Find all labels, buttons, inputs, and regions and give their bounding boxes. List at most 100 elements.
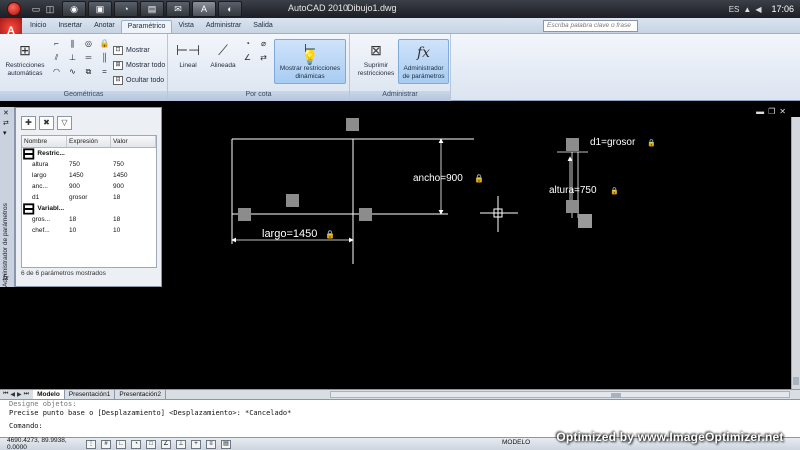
parameter-value-cell[interactable]: 900 (111, 183, 156, 190)
grip-handle[interactable] (286, 194, 299, 207)
radius-icon[interactable]: ◔ (241, 38, 254, 50)
coordinate-readout[interactable]: 4690.4273, 89.9938, 0.0000 (0, 437, 80, 450)
convert-icon[interactable]: ⇄ (257, 52, 270, 64)
show-button[interactable]: ⊡ Mostrar (113, 46, 150, 55)
grid-icon[interactable]: # (101, 439, 111, 449)
grip-handle[interactable] (238, 208, 251, 221)
parameter-value-cell[interactable]: 750 (111, 161, 156, 168)
close-icon[interactable]: ✕ (779, 107, 786, 116)
parameter-row[interactable]: gros... 18 18 (22, 214, 156, 225)
equal-icon[interactable]: = (98, 66, 111, 78)
taskbar-app-button[interactable]: ▤ (140, 1, 164, 17)
help-search-input[interactable]: Escriba palabra clave o frase (543, 20, 638, 32)
grip-handle[interactable] (346, 118, 359, 131)
grip-handle[interactable] (566, 200, 579, 213)
new-parameter-icon[interactable]: ✚ (21, 116, 36, 130)
polar-icon[interactable]: ◔ (131, 439, 141, 449)
prev-tab-icon[interactable]: ◀ (10, 391, 15, 398)
grip-handle[interactable] (578, 214, 592, 228)
layout-tab[interactable]: Modelo (33, 389, 65, 400)
linear-dim-button[interactable]: ⊢⊣ Lineal (174, 39, 202, 70)
concentric-icon[interactable]: ◎ (82, 38, 95, 50)
restore-icon[interactable]: ❐ (768, 107, 775, 116)
ducs-icon[interactable]: ⊥ (176, 439, 186, 449)
parameter-value-cell[interactable]: 18 (111, 194, 156, 201)
ribbon-tab-administrar[interactable]: Administrar (200, 20, 247, 33)
autohide-icon[interactable]: ⇄ (3, 119, 9, 127)
collinear-icon[interactable]: ∥ (66, 38, 79, 50)
volume-icon[interactable]: ◀ (755, 5, 761, 14)
ortho-icon[interactable]: ∟ (116, 439, 126, 449)
layout-tab[interactable]: Presentación1 (65, 389, 116, 400)
delete-parameter-icon[interactable]: ✖ (39, 116, 54, 130)
parameter-group-row[interactable]: ⊟ Restric... (22, 146, 156, 163)
taskbar-app-button[interactable]: A (192, 1, 216, 17)
taskbar-app-button[interactable]: ◉ (62, 1, 86, 17)
tangent-icon[interactable]: ◠ (50, 66, 63, 78)
filter-icon[interactable]: ▽ (57, 116, 72, 130)
snap-icon[interactable]: ⋮ (86, 439, 96, 449)
quick-properties-icon[interactable]: ▤ (221, 439, 231, 449)
parameter-group-row[interactable]: ⊟ Variabl... (22, 201, 156, 218)
app-icon[interactable]: ◫ (44, 4, 56, 15)
taskbar-app-button[interactable]: ✉ (166, 1, 190, 17)
horizontal-scrollbar[interactable] (330, 391, 790, 398)
parameter-row[interactable]: anc... 900 900 (22, 181, 156, 192)
parameter-row[interactable]: d1 grosor 18 (22, 192, 156, 203)
dyn-icon[interactable]: + (191, 439, 201, 449)
param-manager-button[interactable]: fx Administrador de parámetros (398, 39, 449, 84)
parameter-expression-cell[interactable]: 18 (67, 216, 111, 223)
close-palette-icon[interactable]: ✕ (3, 109, 9, 117)
lineweight-icon[interactable]: ≡ (206, 439, 216, 449)
ribbon-tab-insertar[interactable]: Insertar (52, 20, 88, 33)
parameter-expression-cell[interactable]: grosor (67, 194, 111, 201)
first-tab-icon[interactable]: ⏮ (3, 391, 8, 398)
ribbon-tab-inicio[interactable]: Inicio (24, 20, 52, 33)
scroll-thumb[interactable] (611, 393, 621, 397)
diameter-icon[interactable]: ⌀ (257, 38, 270, 50)
otrack-icon[interactable]: ∠ (161, 439, 171, 449)
symmetric-icon[interactable]: ⧉ (82, 66, 95, 78)
ribbon-tab-parametrico[interactable]: Paramétrico (120, 20, 173, 33)
show-dynamic-button[interactable]: ⊢💡 Mostrar restricciones dinámicas (274, 39, 346, 84)
palette-title-strip[interactable]: ✕ ⇄ ▾ Administrador de parámetros fx (0, 107, 15, 287)
ribbon-tab-salida[interactable]: Salida (247, 20, 278, 33)
parameter-value-cell[interactable]: 10 (111, 227, 156, 234)
start-button[interactable] (0, 0, 28, 18)
layout-tab[interactable]: Presentación2 (115, 389, 166, 400)
hide-all-button[interactable]: ⊟ Ocultar todo (113, 76, 164, 85)
parameter-expression-cell[interactable]: 750 (67, 161, 111, 168)
ribbon-tab-vista[interactable]: Vista (172, 20, 199, 33)
vertical-icon[interactable]: ║ (98, 52, 111, 64)
language-indicator[interactable]: ES (729, 5, 740, 14)
aligned-dim-button[interactable]: ⟋ Alineada (206, 39, 240, 70)
dim-d1-text[interactable]: d1=grosor (590, 137, 636, 148)
minimize-icon[interactable]: ▬ (756, 107, 764, 116)
horizontal-icon[interactable]: ═ (82, 52, 95, 64)
rectangle-geometry[interactable] (231, 138, 474, 264)
ribbon-tab-anotar[interactable]: Anotar (88, 20, 121, 33)
fix-icon[interactable]: 🔒 (98, 38, 111, 50)
parameter-row[interactable]: altura 750 750 (22, 159, 156, 170)
clock[interactable]: 17:06 (771, 4, 794, 14)
angular-icon[interactable]: ∠ (241, 52, 254, 64)
taskbar-app-button[interactable]: ◔ (114, 1, 138, 17)
perpendicular-icon[interactable]: ⊥ (66, 52, 79, 64)
parameter-value-cell[interactable]: 1450 (111, 172, 156, 179)
dim-altura-text[interactable]: altura=750 (549, 185, 597, 196)
grip-handle[interactable] (566, 138, 579, 151)
smooth-icon[interactable]: ∿ (66, 66, 79, 78)
parameter-value-cell[interactable]: 18 (111, 216, 156, 223)
osnap-icon[interactable]: □ (146, 439, 156, 449)
coincident-icon[interactable]: ⌐ (50, 38, 63, 50)
column-header-expression[interactable]: Expresión (67, 136, 111, 147)
dim-ancho-text[interactable]: ancho=900 (413, 173, 463, 184)
last-tab-icon[interactable]: ⏭ (24, 391, 29, 398)
parameter-row[interactable]: chef... 10 10 (22, 225, 156, 236)
next-tab-icon[interactable]: ▶ (17, 391, 22, 398)
parameter-expression-cell[interactable]: 10 (67, 227, 111, 234)
network-icon[interactable]: ▲ (743, 5, 751, 14)
column-header-value[interactable]: Valor (111, 136, 156, 147)
taskbar-app-button[interactable]: ◐ (218, 1, 242, 17)
properties-icon[interactable]: ▾ (3, 129, 7, 137)
